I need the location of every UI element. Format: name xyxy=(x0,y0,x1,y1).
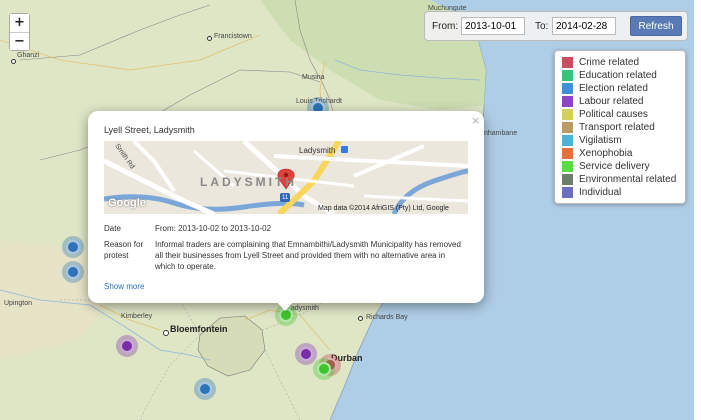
legend-swatch xyxy=(562,174,573,185)
legend-swatch xyxy=(562,148,573,159)
legend-item: Individual xyxy=(562,187,621,200)
from-date-input[interactable] xyxy=(461,17,525,35)
place-ghanzi: Ghanzi xyxy=(17,52,40,59)
zoom-in-button[interactable]: + xyxy=(10,14,29,32)
legend-swatch xyxy=(562,70,573,81)
map-attribution: Map data ©2014 AfriGIS (Pty) Ltd, Google xyxy=(318,205,449,212)
google-logo: Google xyxy=(108,197,146,209)
legend-item: Xenophobia xyxy=(562,148,632,161)
zoom-out-button[interactable]: − xyxy=(10,32,29,50)
refresh-button[interactable]: Refresh xyxy=(630,16,682,36)
legend-swatch xyxy=(562,122,573,133)
date-value: From: 2013-10-02 to 2013-10-02 xyxy=(155,224,272,233)
protest-popup: × Lyell Street, Ladysmith Smith Rd LADYS… xyxy=(88,111,484,311)
marker-election[interactable] xyxy=(62,261,84,283)
legend-item: Labour related xyxy=(562,96,644,109)
legend-swatch xyxy=(562,161,573,172)
marker-service-delivery[interactable] xyxy=(313,358,335,380)
zoom-control: + − xyxy=(9,13,30,51)
legend-label: Transport related xyxy=(579,122,655,133)
place-label: Ladysmith xyxy=(299,146,336,155)
town-label: LADYSMITH xyxy=(200,175,297,189)
show-more-link[interactable]: Show more xyxy=(104,282,144,291)
legend-label: Political causes xyxy=(579,109,648,120)
legend-item: Crime related xyxy=(562,57,639,70)
date-range-filter: From: To: Refresh xyxy=(424,11,688,41)
reason-value: Informal traders are complaining that Em… xyxy=(155,240,461,271)
place-bloemfontein: Bloemfontein xyxy=(170,324,228,334)
legend-swatch xyxy=(562,135,573,146)
legend-swatch xyxy=(562,187,573,198)
legend-item: Election related xyxy=(562,83,648,96)
legend: Crime related Education related Election… xyxy=(554,50,686,204)
town-dot xyxy=(11,59,16,64)
legend-label: Vigilatism xyxy=(579,135,622,146)
from-label: From: xyxy=(432,21,459,32)
town-dot xyxy=(163,330,169,336)
place-inhambane: nhambane xyxy=(484,130,518,137)
place-upington: Upington xyxy=(4,300,33,307)
popup-tip xyxy=(276,301,294,311)
legend-item: Vigilatism xyxy=(562,135,622,148)
legend-swatch xyxy=(562,57,573,68)
marker-labour[interactable] xyxy=(295,343,317,365)
place-francistown: Francistown xyxy=(214,33,252,40)
date-label: Date xyxy=(104,224,121,233)
town-dot xyxy=(358,316,363,321)
to-date-input[interactable] xyxy=(552,17,616,35)
legend-item: Environmental related xyxy=(562,174,676,187)
place-musina: Musina xyxy=(302,74,325,81)
popup-title: Lyell Street, Ladysmith xyxy=(104,125,195,135)
place-richards-bay: Richards Bay xyxy=(366,314,408,321)
legend-swatch xyxy=(562,96,573,107)
legend-label: Education related xyxy=(579,70,657,81)
legend-swatch xyxy=(562,83,573,94)
legend-item: Political causes xyxy=(562,109,648,122)
legend-item: Transport related xyxy=(562,122,655,135)
legend-item: Service delivery xyxy=(562,161,650,174)
route-badge: 11 xyxy=(282,195,289,201)
location-map-thumbnail[interactable]: Smith Rd LADYSMITH Ladysmith 11 Google M… xyxy=(104,141,468,214)
place-kimberley: Kimberley xyxy=(121,313,153,320)
legend-label: Crime related xyxy=(579,57,640,68)
legend-label: Xenophobia xyxy=(579,148,633,159)
marker-election[interactable] xyxy=(62,236,84,258)
marker-labour[interactable] xyxy=(116,335,138,357)
legend-item: Education related xyxy=(562,70,657,83)
legend-label: Environmental related xyxy=(579,174,677,185)
legend-swatch xyxy=(562,109,573,120)
legend-label: Service delivery xyxy=(579,161,650,172)
legend-label: Individual xyxy=(579,187,622,198)
reason-label: Reason for protest xyxy=(104,240,144,260)
legend-label: Election related xyxy=(579,83,648,94)
town-dot xyxy=(207,36,212,41)
to-label: To: xyxy=(535,21,549,32)
close-icon[interactable]: × xyxy=(471,114,480,127)
legend-label: Labour related xyxy=(579,96,644,107)
marker-election[interactable] xyxy=(194,378,216,400)
